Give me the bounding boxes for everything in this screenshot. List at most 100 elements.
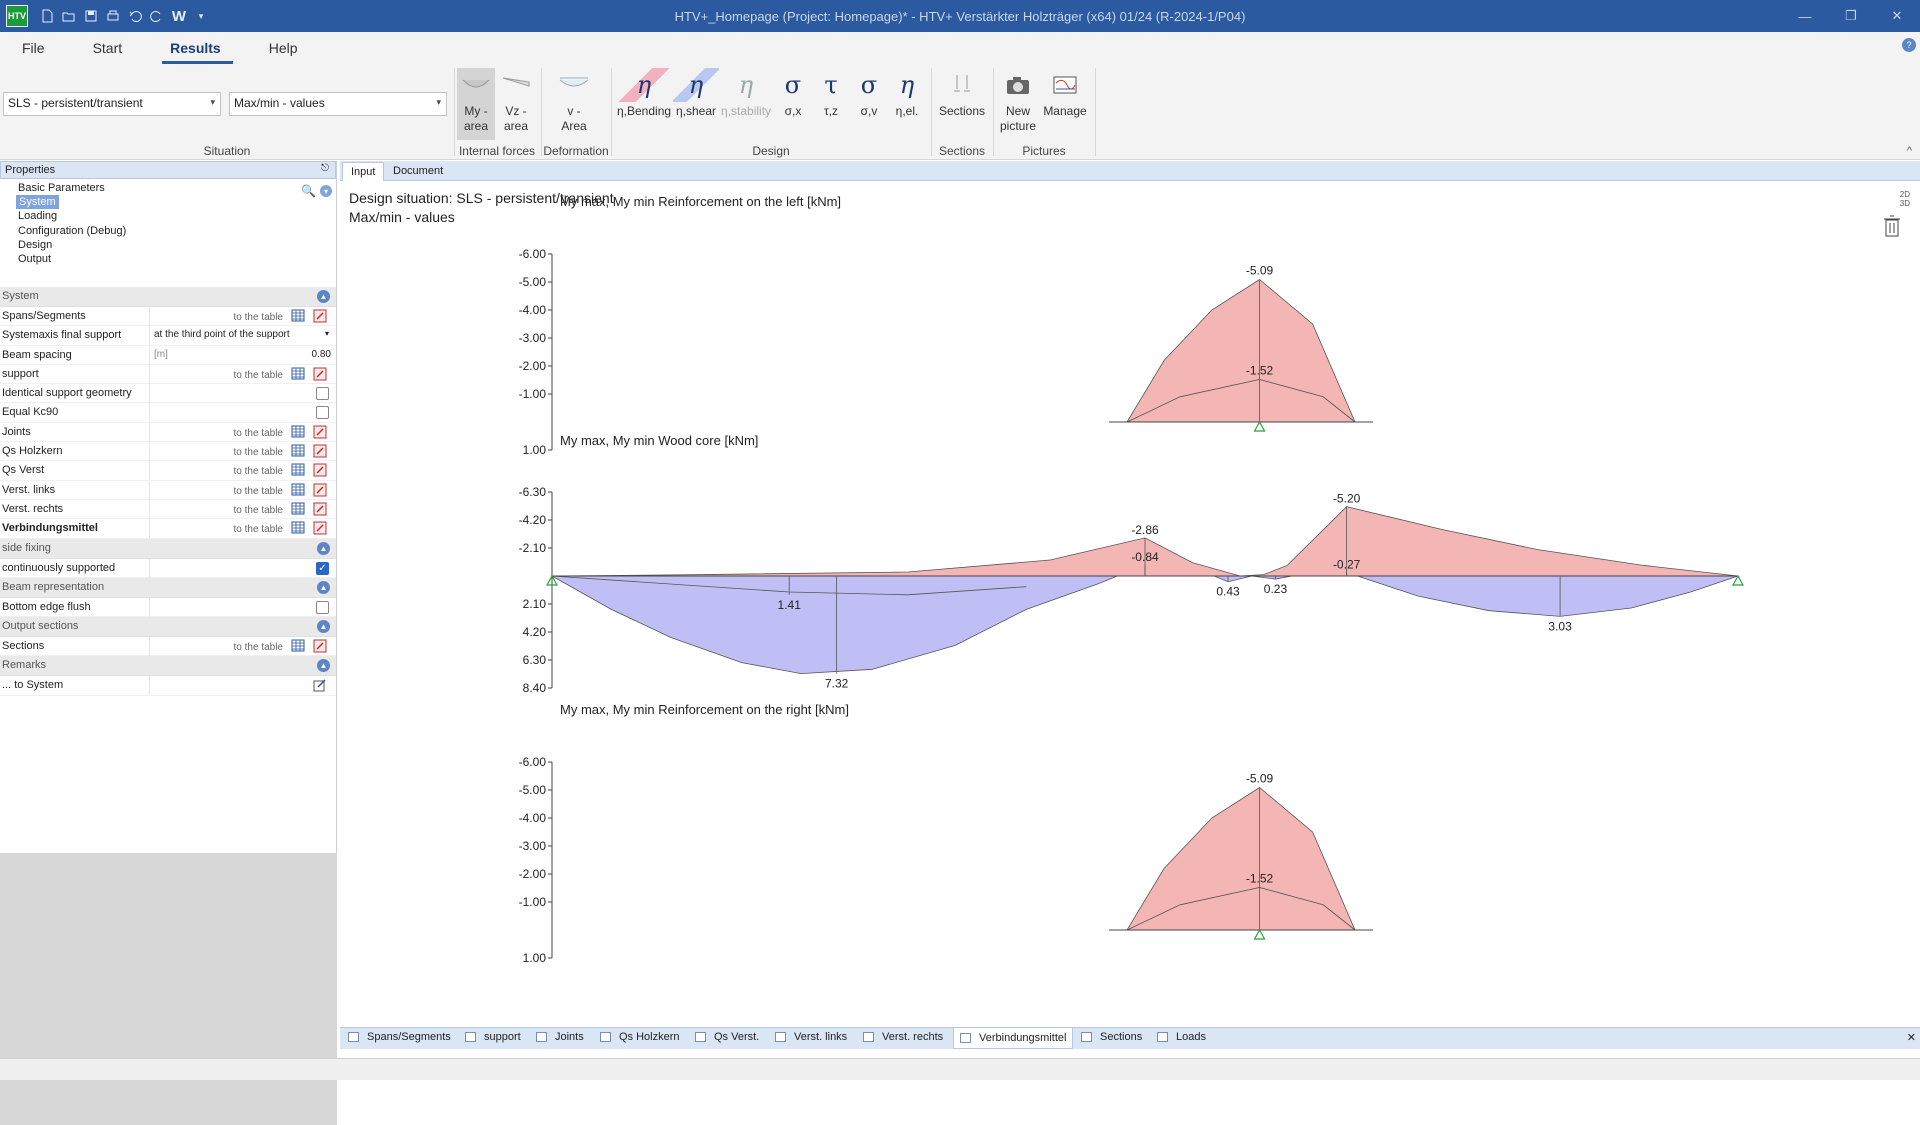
table-icon[interactable] [291, 463, 305, 476]
section-system[interactable]: System ▲ [0, 287, 336, 307]
tab-file[interactable]: File [0, 40, 71, 64]
tree-item-loading[interactable]: Loading [18, 209, 57, 223]
situation-select[interactable]: SLS - persistent/transient ▾ [3, 92, 221, 116]
to-the-table-link[interactable]: to the table [234, 642, 283, 653]
tab-results[interactable]: Results [148, 40, 247, 64]
collapse-icon[interactable]: ▲ [317, 659, 330, 673]
bottom-tab-spans[interactable]: Spans/Segments [348, 1031, 451, 1043]
help-icon[interactable]: ? [1902, 38, 1916, 52]
restore-button[interactable]: ❐ [1828, 0, 1874, 32]
edit-icon[interactable] [313, 521, 327, 535]
bottom-tab-sections[interactable]: Sections [1081, 1031, 1142, 1043]
section-side-fixing[interactable]: side fixing ▲ [0, 538, 336, 559]
save-icon[interactable] [80, 5, 102, 27]
table-icon[interactable] [291, 425, 305, 438]
sigma-x-button[interactable]: σ σ,x [775, 68, 811, 119]
expand-icon[interactable]: ▾ [320, 185, 332, 197]
values-select[interactable]: Max/min - values ▾ [229, 92, 447, 116]
edit-icon[interactable] [313, 444, 327, 458]
to-the-table-link[interactable]: to the table [234, 466, 283, 477]
edit-icon[interactable] [313, 425, 327, 439]
notes-edit-icon[interactable] [313, 678, 327, 692]
to-the-table-link[interactable]: to the table [234, 447, 283, 458]
sections-button[interactable]: Sections [936, 68, 988, 119]
close-tabs-icon[interactable]: ✕ [1907, 1031, 1916, 1044]
bottom-tab-support[interactable]: support [465, 1031, 521, 1043]
trash-icon[interactable] [1882, 214, 1902, 238]
undo-icon[interactable] [124, 5, 146, 27]
view-2d-3d-toggle[interactable]: 2D 3D [1882, 190, 1910, 208]
new-picture-button[interactable]: New picture [998, 68, 1038, 134]
edit-icon[interactable] [313, 367, 327, 381]
table-icon[interactable] [291, 502, 305, 515]
bottom-tab-verst-rechts[interactable]: Verst. rechts [863, 1031, 943, 1043]
eta-shear-button[interactable]: η η,shear [673, 68, 719, 119]
edit-icon[interactable] [313, 502, 327, 516]
edit-icon[interactable] [313, 463, 327, 477]
table-icon[interactable] [291, 444, 305, 457]
search-icon[interactable]: 🔍 [301, 184, 316, 198]
print-icon[interactable] [102, 5, 124, 27]
collapse-ribbon-icon[interactable]: ^ [1907, 145, 1912, 157]
eta-bending-button[interactable]: η η,Bending [617, 68, 671, 119]
table-icon[interactable] [291, 367, 305, 380]
pin-icon[interactable]: ⎋ [321, 163, 329, 174]
bottom-tab-verst-links[interactable]: Verst. links [775, 1031, 847, 1043]
section-remarks[interactable]: Remarks ▲ [0, 656, 336, 677]
v-area-button[interactable]: v - Area [550, 68, 598, 134]
tab-input[interactable]: Input [342, 162, 385, 181]
tree-item-design[interactable]: Design [18, 238, 52, 252]
open-folder-icon[interactable] [58, 5, 80, 27]
minimize-button[interactable]: — [1782, 0, 1828, 32]
to-the-table-link[interactable]: to the table [234, 312, 283, 323]
redo-icon[interactable] [146, 5, 168, 27]
customize-toolbar-icon[interactable]: ▾ [190, 5, 212, 27]
collapse-icon[interactable]: ▲ [317, 580, 330, 594]
bottom-tab-loads[interactable]: Loads [1157, 1031, 1206, 1043]
tree-item-basic-parameters[interactable]: Basic Parameters [18, 181, 105, 195]
tree-item-system[interactable]: System [16, 195, 59, 209]
table-icon[interactable] [291, 639, 305, 652]
tab-start[interactable]: Start [71, 40, 149, 64]
bottom-tab-joints[interactable]: Joints [536, 1031, 584, 1043]
word-export-icon[interactable]: W [168, 5, 190, 27]
sigma-v-button[interactable]: σ σ,v [851, 68, 887, 119]
tab-help[interactable]: Help [247, 40, 324, 64]
systemaxis-select[interactable]: at the third point of the support ▾ [149, 326, 335, 346]
to-the-table-link[interactable]: to the table [234, 486, 283, 497]
continuously-supported-checkbox[interactable]: ✓ [316, 561, 329, 575]
edit-icon[interactable] [313, 639, 327, 653]
to-the-table-link[interactable]: to the table [234, 428, 283, 439]
tau-z-button[interactable]: τ τ,z [813, 68, 849, 119]
my-area-button[interactable]: My - area [457, 68, 495, 140]
identical-support-checkbox[interactable] [316, 387, 329, 401]
section-output-sections[interactable]: Output sections ▲ [0, 617, 336, 638]
edit-icon[interactable] [313, 483, 327, 497]
manage-pictures-button[interactable]: Manage [1040, 68, 1090, 119]
close-button[interactable]: ✕ [1874, 0, 1920, 32]
to-the-table-link[interactable]: to the table [234, 370, 283, 381]
collapse-icon[interactable]: ▲ [317, 290, 330, 303]
section-beam-representation[interactable]: Beam representation ▲ [0, 577, 336, 598]
collapse-icon[interactable]: ▲ [317, 541, 330, 555]
table-icon[interactable] [291, 483, 305, 496]
beam-spacing-field[interactable]: [m] 0.80 [149, 345, 335, 365]
new-file-icon[interactable] [36, 5, 58, 27]
edit-icon[interactable] [313, 309, 327, 323]
bottom-tab-verbindungsmittel[interactable]: Verbindungsmittel [953, 1028, 1074, 1049]
to-the-table-link[interactable]: to the table [234, 524, 283, 535]
tree-item-configuration[interactable]: Configuration (Debug) [18, 224, 126, 238]
eta-stability-button[interactable]: η η,stability [721, 68, 771, 119]
table-icon[interactable] [291, 521, 305, 534]
to-the-table-link[interactable]: to the table [234, 505, 283, 516]
equal-kc90-checkbox[interactable] [316, 406, 329, 420]
bottom-edge-flush-checkbox[interactable] [316, 600, 329, 614]
table-icon[interactable] [291, 309, 305, 322]
eta-el-button[interactable]: η η,el. [889, 68, 925, 119]
bottom-tab-qs-verst[interactable]: Qs Verst. [695, 1031, 759, 1043]
collapse-icon[interactable]: ▲ [317, 620, 330, 634]
tab-document[interactable]: Document [385, 162, 451, 181]
bottom-tab-qs-holzkern[interactable]: Qs Holzkern [600, 1031, 680, 1043]
tree-item-output[interactable]: Output [18, 252, 51, 266]
vz-area-button[interactable]: Vz - area [497, 68, 535, 134]
